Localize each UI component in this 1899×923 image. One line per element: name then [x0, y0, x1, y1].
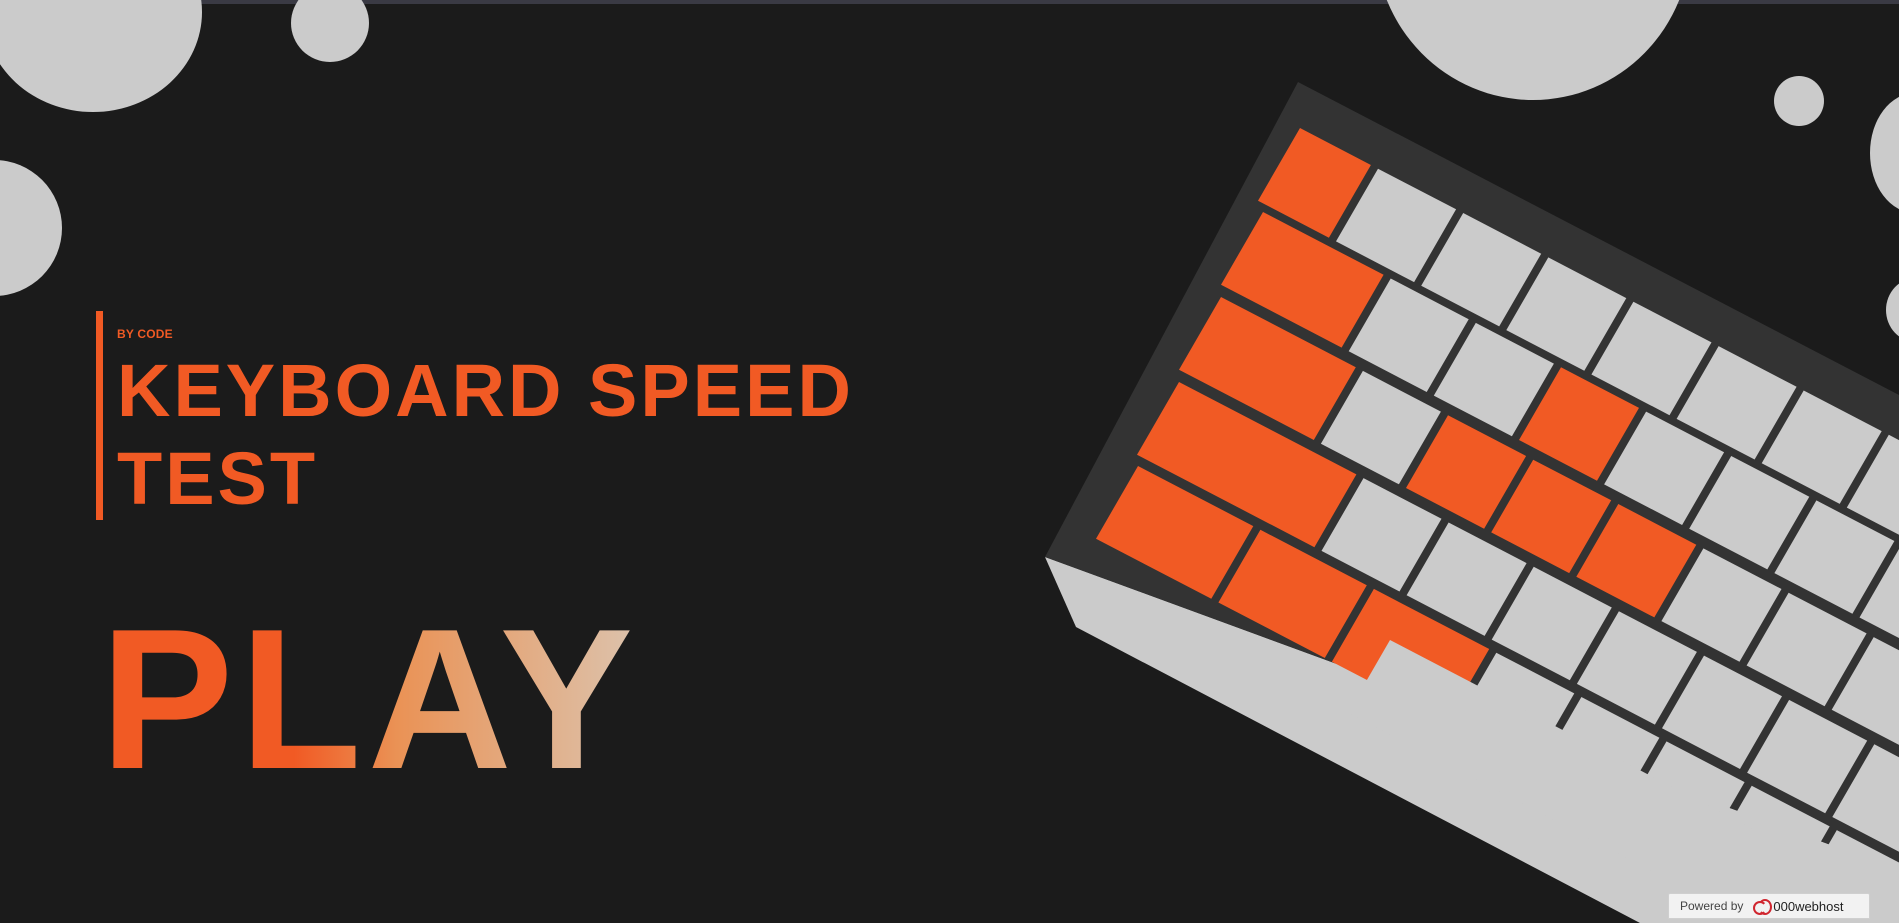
brand-label: 000webhost: [1773, 898, 1844, 914]
landing-page: BY CODE KEYBOARD SPEED TEST PLAY Powered…: [0, 0, 1899, 923]
page-title: KEYBOARD SPEED TEST: [117, 347, 917, 523]
powered-by-badge[interactable]: Powered by 000webhost: [1668, 893, 1870, 919]
title-line-1: KEYBOARD SPEED: [117, 349, 854, 432]
play-button[interactable]: PLAY: [100, 600, 639, 800]
000webhost-logo-icon: [1751, 899, 1773, 915]
powered-by-label: Powered by: [1680, 899, 1744, 913]
title-line-2: TEST: [117, 437, 319, 520]
title-block: BY CODE KEYBOARD SPEED TEST: [96, 311, 917, 520]
byline: BY CODE: [117, 327, 173, 341]
